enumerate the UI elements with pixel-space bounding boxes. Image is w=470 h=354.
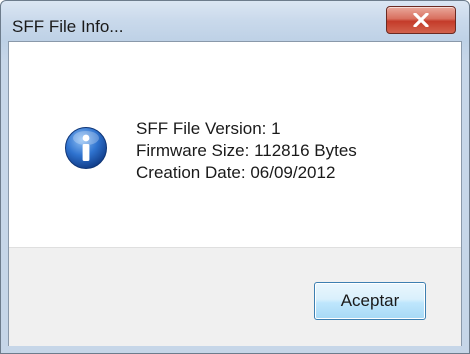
close-button[interactable] <box>386 6 456 34</box>
title-bar[interactable]: SFF File Info... <box>1 1 469 41</box>
file-version-text: SFF File Version: 1 <box>136 119 281 138</box>
window-title: SFF File Info... <box>12 17 124 36</box>
dialog-window: SFF File Info... SFF File Version: 1 Fir… <box>0 0 470 354</box>
creation-date-text: Creation Date: 06/09/2012 <box>136 163 336 182</box>
dialog-body: SFF File Version: 1 Firmware Size: 11281… <box>8 41 462 346</box>
info-icon <box>65 127 107 169</box>
firmware-size-text: Firmware Size: 112816 Bytes <box>136 141 357 160</box>
message-text: SFF File Version: 1 Firmware Size: 11281… <box>136 118 357 184</box>
close-icon <box>413 13 429 27</box>
button-area: Aceptar <box>9 247 461 346</box>
accept-button[interactable]: Aceptar <box>314 282 426 320</box>
